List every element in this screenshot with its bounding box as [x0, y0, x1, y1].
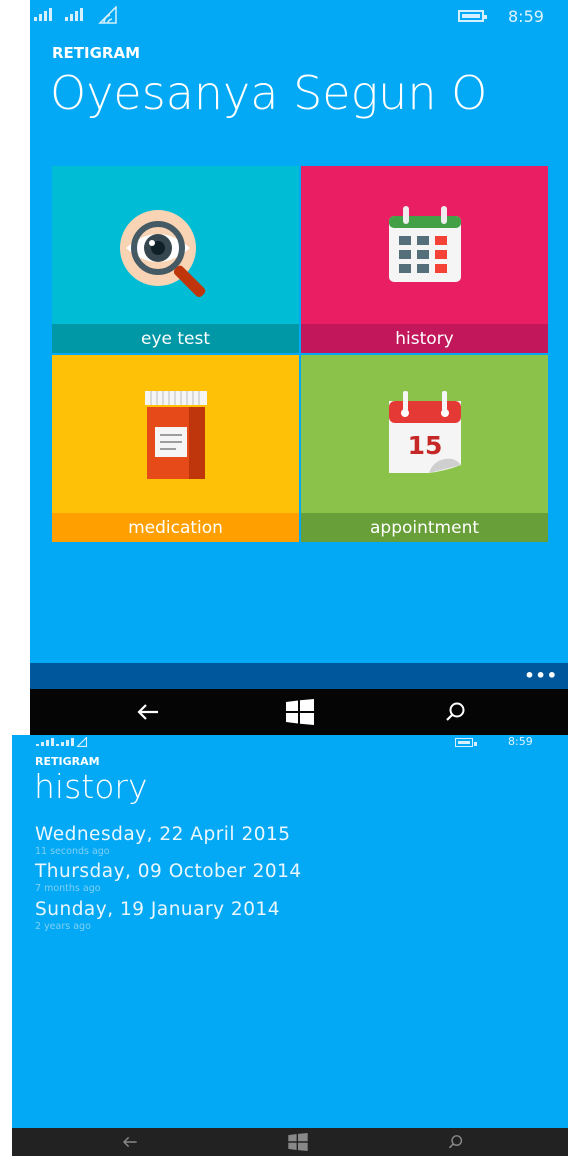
history-screen: 8:59 RETIGRAM history Wednesday, 22 Apri… [12, 735, 568, 1156]
tile-label: medication [52, 513, 299, 542]
nav-bar [30, 689, 568, 735]
back-arrow-icon [122, 1136, 137, 1148]
page-title: history [34, 767, 148, 806]
tile-eye-test[interactable]: eye test [52, 166, 299, 353]
clock: 8:59 [508, 7, 544, 26]
start-button[interactable] [270, 689, 330, 735]
tile-history[interactable]: history [301, 166, 548, 353]
windows-logo-icon [286, 699, 314, 725]
tile-appointment[interactable]: 15 appointment [301, 355, 548, 542]
home-screen: 8:59 RETIGRAM Oyesanya Segun O eye test [30, 0, 568, 735]
history-entry-date: Wednesday, 22 April 2015 [35, 824, 291, 845]
history-entry-ago: 11 seconds ago [35, 846, 110, 857]
battery-icon [458, 10, 487, 22]
back-arrow-icon [137, 704, 158, 720]
history-entry[interactable]: Wednesday, 22 April 2015 11 seconds ago [35, 824, 291, 857]
wifi-icon [76, 737, 87, 747]
calendar-grid-icon [388, 206, 461, 282]
tile-label: appointment [301, 513, 548, 542]
eye-magnifier-icon [119, 210, 205, 297]
history-entry[interactable]: Sunday, 19 January 2014 2 years ago [35, 899, 280, 932]
signal-sim1-icon [34, 8, 52, 21]
wifi-icon [98, 6, 117, 24]
clock: 8:59 [508, 735, 533, 748]
search-button[interactable] [426, 1128, 486, 1156]
back-button[interactable] [100, 1128, 160, 1156]
status-bar: 8:59 [30, 0, 568, 30]
history-entry[interactable]: Thursday, 09 October 2014 7 months ago [35, 861, 302, 894]
page-title: Oyesanya Segun O [50, 66, 488, 120]
signal-sim2-icon [56, 738, 74, 746]
signal-sim1-icon [36, 738, 54, 746]
history-entry-ago: 7 months ago [35, 883, 101, 894]
back-button[interactable] [118, 689, 178, 735]
search-icon [448, 1135, 463, 1149]
search-icon [446, 702, 465, 721]
signal-sim2-icon [65, 8, 83, 21]
pill-bottle-icon [144, 391, 207, 479]
nav-bar [12, 1128, 568, 1156]
tile-grid: eye test history medication 15 appointme… [52, 166, 548, 542]
history-entry-date: Thursday, 09 October 2014 [35, 861, 302, 882]
app-bar: ••• [30, 663, 568, 689]
tile-medication[interactable]: medication [52, 355, 299, 542]
windows-logo-icon [288, 1133, 308, 1151]
appointment-day-number: 15 [407, 431, 442, 460]
tile-label: history [301, 324, 548, 353]
battery-icon [455, 738, 477, 747]
tile-label: eye test [52, 324, 299, 353]
more-button[interactable]: ••• [524, 666, 558, 685]
history-entry-ago: 2 years ago [35, 921, 91, 932]
start-button[interactable] [268, 1128, 328, 1156]
calendar-15-icon: 15 [388, 391, 461, 473]
search-button[interactable] [426, 689, 486, 735]
app-title: RETIGRAM [52, 44, 141, 62]
history-entry-date: Sunday, 19 January 2014 [35, 899, 280, 920]
